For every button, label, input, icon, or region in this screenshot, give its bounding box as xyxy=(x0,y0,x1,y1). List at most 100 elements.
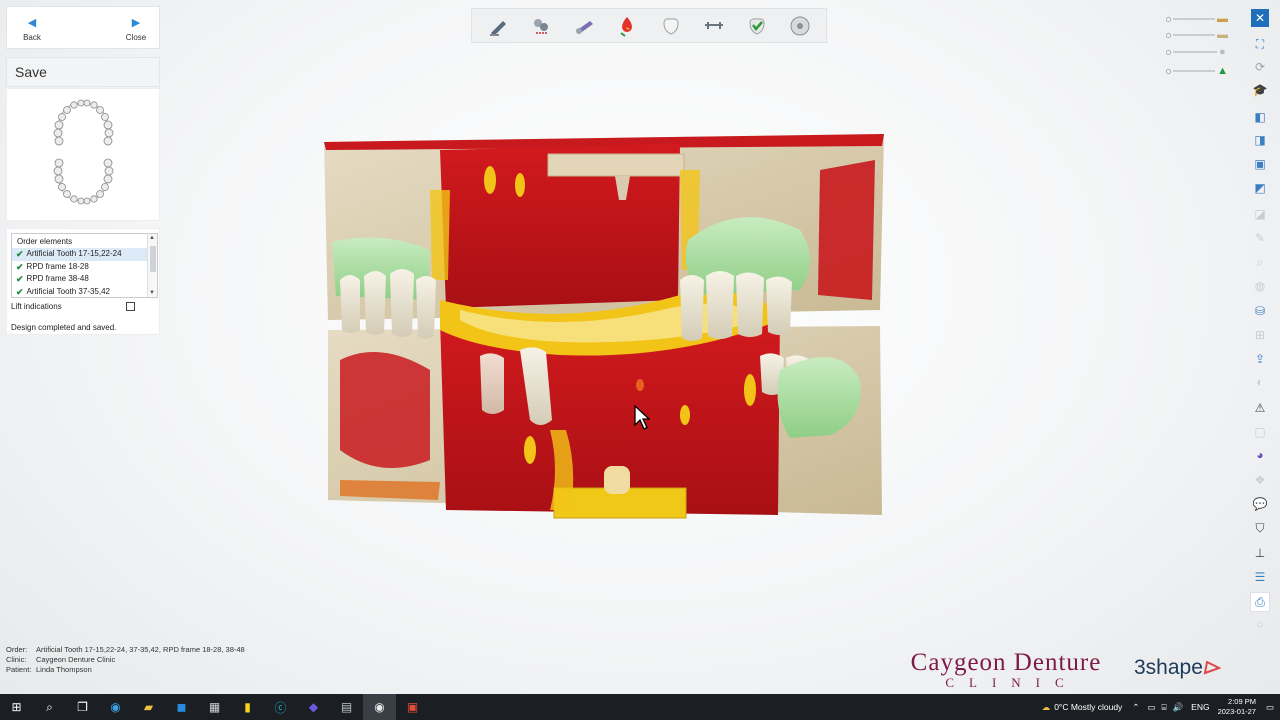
language-indicator[interactable]: ENG xyxy=(1191,702,1209,712)
task-view-icon[interactable]: ❐ xyxy=(66,694,99,720)
scissors-icon[interactable] xyxy=(526,11,556,41)
back-button[interactable]: ◀ Back xyxy=(7,7,57,50)
chat-icon[interactable]: 💬 xyxy=(1250,494,1270,514)
frame-icon[interactable] xyxy=(699,11,729,41)
view-bottom-icon[interactable]: ◩ xyxy=(1250,178,1270,198)
jaw-chart-icon[interactable] xyxy=(7,89,161,222)
system-tray: ☁ 0°C Mostly cloudy ⌃ ▭ ⌸ 🔊 ENG 2:09 PM … xyxy=(1042,694,1280,720)
edge-browser-icon[interactable]: ◉ xyxy=(99,694,132,720)
order-elements-list[interactable]: Order elements ✔ Artificial Tooth 17-15,2… xyxy=(11,233,158,298)
clock-time: 2:09 PM xyxy=(1228,697,1256,706)
clock[interactable]: 2:09 PM 2023-01-27 xyxy=(1218,697,1256,717)
windows-start-icon[interactable]: ⊞ xyxy=(0,694,33,720)
app-icon-4[interactable]: ◆ xyxy=(297,694,330,720)
measure-icon[interactable]: ✎ xyxy=(1250,228,1270,248)
notifications-icon[interactable]: ▭ xyxy=(1266,702,1274,713)
slider-handle[interactable] xyxy=(1166,16,1171,22)
forward-arrow-icon: ▶ xyxy=(131,16,141,29)
app-icon-6[interactable]: ▣ xyxy=(396,694,429,720)
close-window-icon[interactable]: ✕ xyxy=(1251,9,1269,27)
shield-icon[interactable]: ⛉ xyxy=(1250,518,1270,538)
slider-track[interactable] xyxy=(1173,51,1217,53)
model-opacity-slider-4[interactable]: ▲ xyxy=(1166,65,1228,77)
taskbar: ⊞ ⌕ ❐ ◉ ▰ ◼ ▦ ▮ ⓒ ◆ ▤ ◉ ▣ ☁ 0°C Mostly c… xyxy=(0,694,1280,720)
network-icon[interactable]: ⌸ xyxy=(1161,702,1166,713)
dental-system-icon[interactable]: ◉ xyxy=(363,694,396,720)
view-side-icon[interactable]: ◨ xyxy=(1250,130,1270,150)
tooth-icon[interactable] xyxy=(656,11,686,41)
weather-text[interactable]: 0°C Mostly cloudy xyxy=(1054,702,1122,712)
list-item[interactable]: ✔ Artificial Tooth 17-15,22-24 xyxy=(12,248,148,261)
color-drop-icon[interactable] xyxy=(612,11,642,41)
app-icon-5[interactable]: ▤ xyxy=(330,694,363,720)
search-icon[interactable]: ⌕ xyxy=(33,694,66,720)
clinic-value: Caygeon Denture Clinic xyxy=(36,655,116,664)
model-layer-icon: ▬ xyxy=(1217,13,1228,25)
list-item[interactable]: ✔ Artificial Tooth 37-35,42 xyxy=(12,286,148,298)
help-icon[interactable]: ○ xyxy=(1250,614,1270,634)
close-label: Close xyxy=(125,32,147,42)
scroll-up-icon[interactable]: ▲ xyxy=(149,235,155,241)
app-icon-2[interactable]: ▦ xyxy=(198,694,231,720)
list-scrollbar[interactable]: ▲ ▼ xyxy=(147,234,157,297)
globe-icon[interactable]: ◕ xyxy=(1250,445,1270,465)
list-item[interactable]: ✔ RPD frame 38-48 xyxy=(12,273,148,286)
model-opacity-slider-3[interactable]: ● xyxy=(1166,46,1228,58)
clinic-key: Clinic: xyxy=(6,655,27,664)
scrollbar-thumb[interactable] xyxy=(150,246,156,272)
clip-plane-icon[interactable]: ◪ xyxy=(1250,204,1270,224)
jaw-chart-panel xyxy=(6,88,160,221)
close-button[interactable]: ▶ Close xyxy=(111,7,161,50)
app-icon-3[interactable]: ⓒ xyxy=(264,694,297,720)
cross-section-icon[interactable]: ◍ xyxy=(1250,276,1270,296)
snapshot-icon[interactable]: ▢ xyxy=(1250,422,1270,442)
education-icon[interactable]: 🎓 xyxy=(1250,80,1270,100)
scan-icon[interactable]: ⛁ xyxy=(1250,301,1270,321)
layers-icon[interactable]: ❖ xyxy=(1250,470,1270,490)
slider-handle[interactable] xyxy=(1166,68,1171,74)
checkmark-icon: ✔ xyxy=(16,249,24,259)
weather-icon[interactable]: ☁ xyxy=(1042,702,1051,713)
view-top-icon[interactable]: ▣ xyxy=(1250,154,1270,174)
pencil-icon[interactable] xyxy=(483,11,513,41)
mouse-cursor-icon xyxy=(634,405,650,430)
model-opacity-slider-2[interactable]: ▬ xyxy=(1166,29,1228,41)
settings-sliders-icon[interactable]: ☰ xyxy=(1250,567,1270,587)
tooth-check-icon[interactable] xyxy=(742,11,772,41)
list-item[interactable]: ✔ RPD frame 18-28 xyxy=(12,261,148,274)
fullscreen-icon[interactable]: ⛶ xyxy=(1250,34,1270,54)
battery-icon[interactable]: ▭ xyxy=(1147,702,1155,713)
export-icon[interactable]: ⇪ xyxy=(1250,349,1270,369)
app-icon-1[interactable]: ◼ xyxy=(165,694,198,720)
view-front-icon[interactable]: ◧ xyxy=(1250,107,1270,127)
slider-track[interactable] xyxy=(1172,18,1215,20)
warning-icon[interactable]: ⚠ xyxy=(1250,398,1270,418)
scroll-down-icon[interactable]: ▼ xyxy=(149,290,155,296)
rotate-view-icon[interactable]: ⟳ xyxy=(1250,57,1270,77)
file-explorer-icon[interactable]: ▰ xyxy=(132,694,165,720)
status-message: Design completed and saved. xyxy=(11,323,117,332)
model-opacity-slider-1[interactable]: ▬ xyxy=(1166,13,1228,25)
sticky-notes-icon[interactable]: ▮ xyxy=(231,694,264,720)
tooth-layer-icon: ● xyxy=(1219,46,1226,58)
lift-indications-label: Lift indications xyxy=(11,302,62,311)
slider-track[interactable] xyxy=(1172,70,1216,72)
ruler-icon[interactable]: ⊞ xyxy=(1250,325,1270,345)
order-info: Order: Artificial Tooth 17-15,22-24, 37-3… xyxy=(6,645,245,675)
slider-handle[interactable] xyxy=(1166,32,1171,38)
texture-icon[interactable]: ◐ xyxy=(1250,372,1270,392)
slider-track[interactable] xyxy=(1172,34,1215,36)
lift-indications-checkbox[interactable] xyxy=(126,302,135,311)
wax-knife-icon[interactable] xyxy=(569,11,599,41)
align-icon[interactable]: ⊥ xyxy=(1250,543,1270,563)
checkmark-icon: ✔ xyxy=(16,274,24,284)
vendor-name: 3shape xyxy=(1134,656,1203,679)
dental-model-viewport[interactable] xyxy=(320,130,890,525)
order-value: Artificial Tooth 17-15,22-24, 37-35,42, … xyxy=(36,645,245,654)
print-icon[interactable]: ⎙ xyxy=(1250,592,1270,612)
slider-handle[interactable] xyxy=(1166,49,1171,55)
tray-chevron-icon[interactable]: ⌃ xyxy=(1132,702,1139,713)
disc-icon[interactable] xyxy=(785,11,815,41)
zoom-icon[interactable]: ⌕ xyxy=(1250,252,1270,272)
volume-icon[interactable]: 🔊 xyxy=(1173,702,1184,713)
